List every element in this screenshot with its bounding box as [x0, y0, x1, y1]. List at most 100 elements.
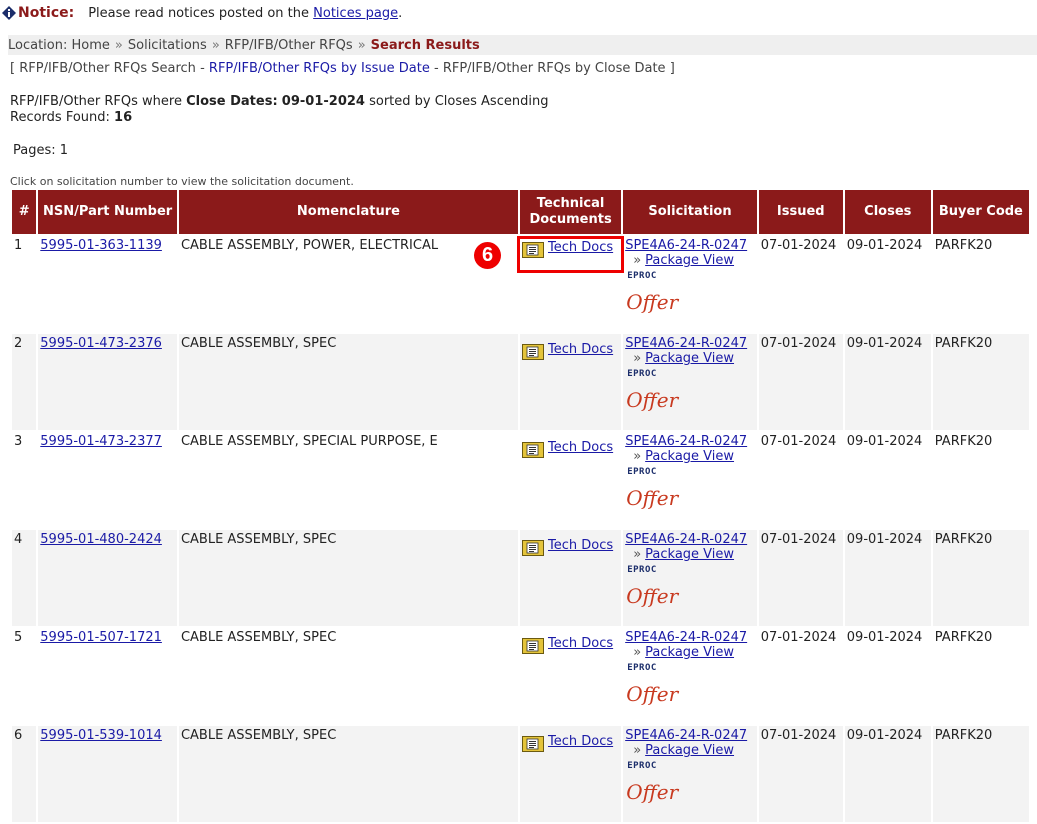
col-header-buyer-code[interactable]: Buyer Code	[932, 190, 1029, 234]
offer-button[interactable]: Offer	[625, 486, 755, 510]
buyer-code: PARFK20	[934, 238, 993, 253]
tech-docs-link[interactable]: Tech Docs	[548, 636, 613, 651]
document-icon[interactable]	[521, 736, 544, 752]
col-header-nomenclature[interactable]: Nomenclature	[178, 190, 518, 234]
document-icon[interactable]	[521, 638, 544, 654]
col-header-issued[interactable]: Issued	[758, 190, 843, 234]
breadcrumb-home[interactable]: Home	[72, 38, 110, 53]
nsn-cell: 5995-01-363-1139	[38, 236, 177, 332]
tech-docs-group: Tech Docs	[521, 238, 619, 258]
col-header-solicitation[interactable]: Solicitation	[623, 190, 757, 234]
notice-label: Notice:	[18, 5, 75, 21]
nomenclature-cell: CABLE ASSEMBLY, SPECIAL PURPOSE, E	[178, 432, 518, 528]
breadcrumb-separator: »	[357, 37, 366, 53]
nsn-link[interactable]: 5995-01-507-1721	[40, 630, 162, 645]
records-found-value: 16	[114, 110, 133, 125]
issued-cell: 07-01-2024	[758, 334, 843, 430]
offer-button[interactable]: Offer	[625, 388, 755, 412]
nsn-cell: 5995-01-507-1721	[38, 628, 177, 724]
package-view-link[interactable]: Package View	[645, 351, 734, 366]
document-icon[interactable]	[521, 344, 544, 360]
issued-cell: 07-01-2024	[758, 432, 843, 528]
summary-sort: sorted by Closes Ascending	[369, 94, 549, 109]
breadcrumb-solicitations[interactable]: Solicitations	[128, 38, 207, 53]
nomenclature-text: CABLE ASSEMBLY, SPEC	[180, 728, 337, 743]
hint-text: Click on solicitation number to view the…	[10, 175, 354, 188]
package-view: » Package View	[625, 547, 755, 562]
buyer-code: PARFK20	[934, 336, 993, 351]
closes-cell: 09-01-2024	[844, 334, 931, 430]
eproc-logo[interactable]: EPROC	[625, 663, 755, 673]
offer-button[interactable]: Offer	[625, 682, 755, 706]
document-icon[interactable]	[521, 442, 544, 458]
document-icon[interactable]	[521, 242, 544, 258]
closes-cell: 09-01-2024	[844, 236, 931, 332]
col-header-closes[interactable]: Closes	[844, 190, 931, 234]
package-view-link[interactable]: Package View	[645, 645, 734, 660]
row-number-text: 6	[14, 728, 23, 743]
col-header-nsn[interactable]: NSN/Part Number	[38, 190, 177, 234]
package-view-link[interactable]: Package View	[645, 449, 734, 464]
nsn-link[interactable]: 5995-01-539-1014	[40, 728, 162, 743]
closes-cell: 09-01-2024	[844, 530, 931, 626]
closes-cell: 09-01-2024	[844, 726, 931, 822]
offer-button[interactable]: Offer	[625, 290, 755, 314]
document-icon[interactable]	[521, 540, 544, 556]
tech-docs-group: Tech Docs	[521, 630, 619, 654]
tech-docs-link[interactable]: Tech Docs	[548, 734, 613, 749]
col-header-tech-docs: Technical Documents	[519, 190, 622, 234]
solicitation-cell: SPE4A6-24-R-0247 » Package View EPROC Off…	[623, 726, 757, 822]
buyer-code-cell: PARFK20	[932, 334, 1029, 430]
breadcrumb-rfp[interactable]: RFP/IFB/Other RFQs	[225, 38, 353, 53]
nsn-link[interactable]: 5995-01-363-1139	[40, 238, 162, 253]
row-number-text: 4	[14, 532, 23, 547]
solicitation-link[interactable]: SPE4A6-24-R-0247	[625, 336, 755, 351]
package-view-link[interactable]: Package View	[645, 547, 734, 562]
issued-date: 07-01-2024	[760, 434, 837, 449]
nomenclature-text: CABLE ASSEMBLY, POWER, ELECTRICAL	[180, 238, 439, 253]
notice-suffix: .	[398, 5, 403, 21]
by-issue-date-link[interactable]: RFP/IFB/Other RFQs by Issue Date	[209, 61, 430, 76]
arrow-icon: »	[633, 743, 642, 758]
solicitation-link[interactable]: SPE4A6-24-R-0247	[625, 238, 755, 253]
issued-date: 07-01-2024	[760, 238, 837, 253]
eproc-logo[interactable]: EPROC	[625, 271, 755, 281]
breadcrumb-separator: »	[114, 37, 123, 53]
row-number: 6	[12, 726, 37, 822]
summary-prefix: RFP/IFB/Other RFQs where	[10, 94, 182, 109]
package-view: » Package View	[625, 743, 755, 758]
tech-docs-link[interactable]: Tech Docs	[548, 538, 613, 553]
search-type-links: [ RFP/IFB/Other RFQs Search - RFP/IFB/Ot…	[10, 61, 675, 76]
tech-docs-cell: Tech Docs	[519, 726, 622, 822]
solicitation-link[interactable]: SPE4A6-24-R-0247	[625, 434, 755, 449]
solicitation-link[interactable]: SPE4A6-24-R-0247	[625, 532, 755, 547]
eproc-logo[interactable]: EPROC	[625, 467, 755, 477]
nsn-link[interactable]: 5995-01-473-2377	[40, 434, 162, 449]
offer-button[interactable]: Offer	[625, 584, 755, 608]
package-view-link[interactable]: Package View	[645, 743, 734, 758]
buyer-code: PARFK20	[934, 532, 993, 547]
search-summary: RFP/IFB/Other RFQs where Close Dates: 09…	[10, 94, 548, 126]
nomenclature-cell: CABLE ASSEMBLY, SPEC	[178, 628, 518, 724]
summary-criteria-value: 09-01-2024	[281, 94, 365, 109]
nsn-link[interactable]: 5995-01-473-2376	[40, 336, 162, 351]
solicitation-cell: SPE4A6-24-R-0247 » Package View EPROC Off…	[623, 432, 757, 528]
row-number-text: 1	[14, 238, 23, 253]
bracket-open: [	[10, 61, 16, 76]
notices-page-link[interactable]: Notices page	[313, 6, 398, 21]
nsn-link[interactable]: 5995-01-480-2424	[40, 532, 162, 547]
eproc-logo[interactable]: EPROC	[625, 761, 755, 771]
buyer-code: PARFK20	[934, 728, 993, 743]
eproc-logo[interactable]: EPROC	[625, 565, 755, 575]
eproc-logo[interactable]: EPROC	[625, 369, 755, 379]
solicitation-link[interactable]: SPE4A6-24-R-0247	[625, 728, 755, 743]
offer-button[interactable]: Offer	[625, 780, 755, 804]
issued-cell: 07-01-2024	[758, 530, 843, 626]
table-header-row: # NSN/Part Number Nomenclature Technical…	[12, 190, 1029, 234]
package-view-link[interactable]: Package View	[645, 253, 734, 268]
tech-docs-link[interactable]: Tech Docs	[548, 342, 613, 357]
nomenclature-cell: CABLE ASSEMBLY, SPEC	[178, 334, 518, 430]
tech-docs-link[interactable]: Tech Docs	[548, 440, 613, 455]
solicitation-link[interactable]: SPE4A6-24-R-0247	[625, 630, 755, 645]
tech-docs-link[interactable]: Tech Docs	[548, 240, 613, 255]
